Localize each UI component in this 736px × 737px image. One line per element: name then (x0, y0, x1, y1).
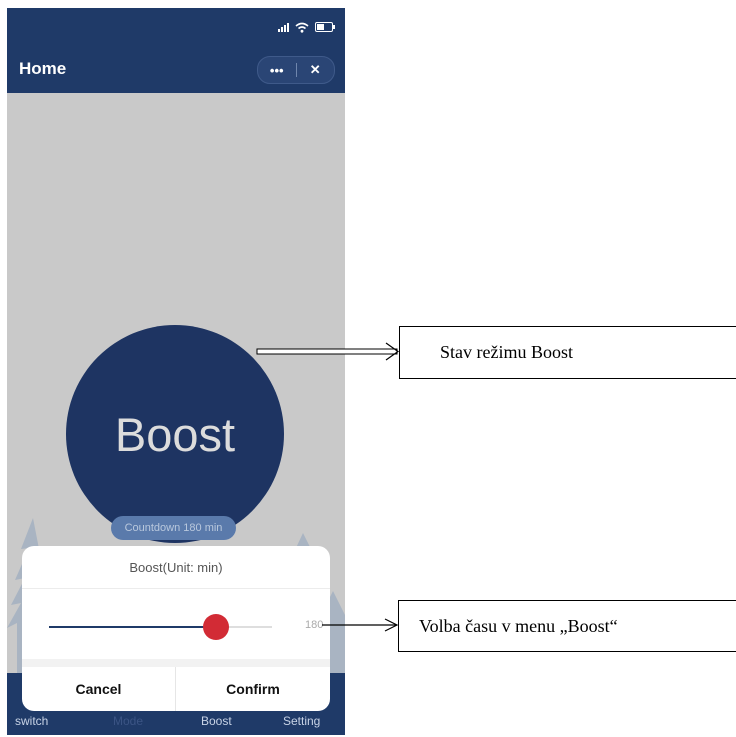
annotation-time-selection: Volba času v menu „Boost“ (398, 600, 736, 652)
annotation-boost-state: Stav režimu Boost (399, 326, 736, 379)
